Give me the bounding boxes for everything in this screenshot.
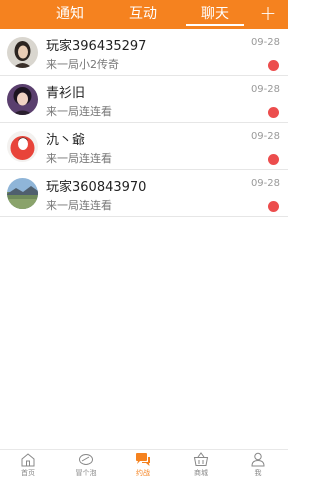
avatar (7, 84, 38, 115)
contact-name: 氿丶爺 (46, 133, 86, 148)
last-message: 来一局连连看 (46, 152, 112, 165)
conversation-row[interactable]: 玩家396435297 来一局小2传奇 09-28 (0, 29, 288, 76)
chat-icon (136, 453, 150, 466)
message-date: 09-28 (250, 131, 280, 142)
add-button[interactable]: + (257, 0, 279, 29)
unread-dot (268, 154, 279, 165)
avatar (7, 131, 38, 162)
nav-label: 约战 (136, 469, 150, 477)
nav-home[interactable]: 首页 (3, 452, 53, 480)
basket-icon (193, 452, 209, 466)
contact-name: 玩家396435297 (46, 39, 147, 54)
conversation-list: 玩家396435297 来一局小2传奇 09-28 青衫旧 来一局连连看 09-… (0, 29, 288, 217)
avatar (7, 178, 38, 209)
nav-label: 我 (254, 469, 262, 477)
tab-interactions[interactable]: 互动 (114, 0, 172, 29)
nav-bubble[interactable]: 冒个泡 (61, 452, 111, 480)
nav-shop[interactable]: 商城 (176, 452, 226, 480)
nav-label: 首页 (21, 469, 35, 477)
active-tab-indicator (186, 24, 244, 26)
top-tab-bar: 通知 互动 聊天 + (0, 0, 288, 29)
unread-dot (268, 201, 279, 212)
person-icon (251, 452, 265, 467)
home-icon (21, 453, 35, 467)
contact-name: 青衫旧 (46, 86, 86, 101)
nav-label: 冒个泡 (75, 469, 97, 477)
contact-name: 玩家360843970 (46, 180, 147, 195)
nav-battle[interactable]: 约战 (118, 452, 168, 480)
tab-notifications[interactable]: 通知 (41, 0, 99, 29)
last-message: 来一局连连看 (46, 199, 112, 212)
unread-dot (268, 60, 279, 71)
nav-label: 商城 (194, 469, 208, 477)
conversation-row[interactable]: 氿丶爺 来一局连连看 09-28 (0, 123, 288, 170)
message-date: 09-28 (250, 178, 280, 189)
avatar (7, 37, 38, 68)
unread-dot (268, 107, 279, 118)
last-message: 来一局连连看 (46, 105, 112, 118)
message-date: 09-28 (250, 84, 280, 95)
nav-me[interactable]: 我 (233, 452, 283, 480)
bubble-icon (79, 454, 93, 465)
conversation-row[interactable]: 青衫旧 来一局连连看 09-28 (0, 76, 288, 123)
message-date: 09-28 (250, 37, 280, 48)
conversation-row[interactable]: 玩家360843970 来一局连连看 09-28 (0, 170, 288, 217)
bottom-navigation: 首页 冒个泡 约战 商城 我 (0, 449, 288, 480)
last-message: 来一局小2传奇 (46, 58, 119, 71)
